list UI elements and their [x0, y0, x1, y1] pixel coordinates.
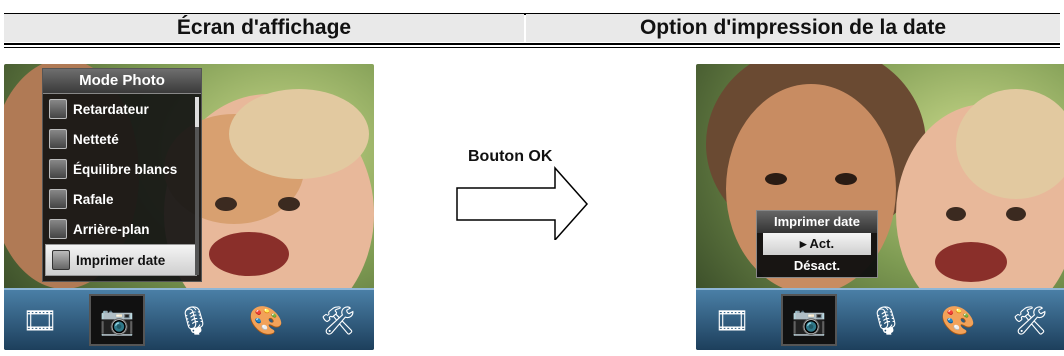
film-reel-icon[interactable]: 🎞 [17, 299, 63, 341]
menu-item-self-timer[interactable]: Retardateur [43, 94, 201, 124]
menu-title: Mode Photo [43, 69, 201, 94]
right-column-heading: Option d'impression de la date [526, 14, 1060, 42]
self-timer-icon [49, 99, 67, 119]
microphone-icon[interactable]: 🎙 [863, 299, 909, 341]
menu-item-label: Équilibre blancs [73, 161, 178, 177]
left-column-heading: Écran d'affichage [4, 14, 524, 42]
option-off[interactable]: Désact. [757, 255, 877, 277]
tools-icon[interactable]: 🛠 [315, 299, 361, 341]
camera-icon[interactable]: 📷 [89, 294, 145, 346]
background-icon [49, 219, 67, 239]
palette-icon[interactable]: 🎨 [935, 299, 981, 341]
popup-title: Imprimer date [757, 211, 877, 233]
menu-scroll-thumb[interactable] [195, 97, 199, 127]
right-arrow-icon [456, 166, 589, 240]
menu-item-burst[interactable]: Rafale [43, 184, 201, 214]
right-camera-screen: Imprimer date ▸ Act. Désact. 🎞 📷 🎙 🎨 🛠 [696, 64, 1064, 350]
white-balance-icon [49, 159, 67, 179]
sharpness-icon [49, 129, 67, 149]
menu-item-background[interactable]: Arrière-plan [43, 214, 201, 244]
tools-icon[interactable]: 🛠 [1007, 299, 1053, 341]
menu-scrollbar[interactable] [195, 97, 199, 275]
date-stamp-icon [52, 250, 70, 270]
menu-item-label: Imprimer date [76, 252, 166, 268]
film-reel-icon[interactable]: 🎞 [709, 299, 755, 341]
menu-item-white-balance[interactable]: Équilibre blancs [43, 154, 201, 184]
menu-item-sharpness[interactable]: Netteté [43, 124, 201, 154]
menu-item-label: Arrière-plan [73, 221, 150, 237]
left-camera-screen: Mode Photo Retardateur Netteté Équilibre… [4, 64, 374, 350]
palette-icon[interactable]: 🎨 [243, 299, 289, 341]
header-bottom-rule [4, 43, 1060, 45]
microphone-icon[interactable]: 🎙 [171, 299, 217, 341]
mode-icon-bar: 🎞 📷 🎙 🎨 🛠 [696, 288, 1064, 350]
menu-item-print-date[interactable]: Imprimer date [45, 244, 197, 276]
photo-mode-menu: Mode Photo Retardateur Netteté Équilibre… [42, 68, 202, 282]
burst-icon [49, 189, 67, 209]
menu-item-label: Rafale [73, 191, 114, 207]
mode-icon-bar: 🎞 📷 🎙 🎨 🛠 [4, 288, 374, 350]
print-date-popup: Imprimer date ▸ Act. Désact. [756, 210, 878, 278]
header-bottom-rule-thin [4, 47, 1060, 48]
option-on[interactable]: ▸ Act. [763, 233, 871, 255]
menu-item-label: Netteté [73, 131, 119, 147]
menu-item-label: Retardateur [73, 101, 149, 117]
camera-icon[interactable]: 📷 [781, 294, 837, 346]
